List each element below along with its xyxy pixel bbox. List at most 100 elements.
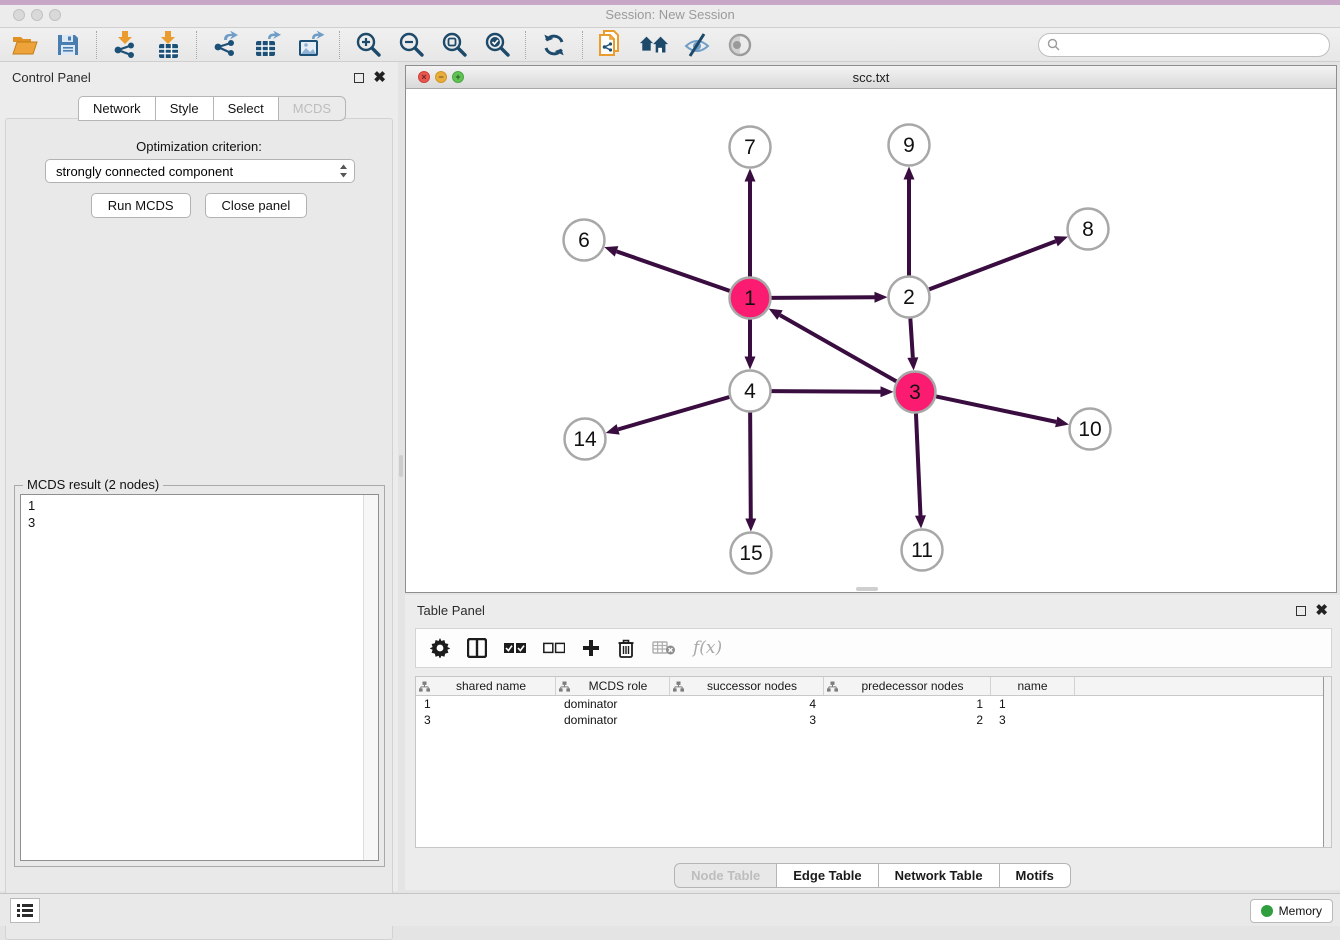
zoom-fit-icon[interactable] [439, 30, 469, 60]
table-cell[interactable]: dominator [556, 712, 670, 728]
export-network-icon[interactable] [210, 30, 240, 60]
optimization-criterion-select[interactable]: strongly connected component [45, 159, 355, 183]
table-cell[interactable]: 2 [824, 712, 991, 728]
search-input-container [1038, 33, 1330, 57]
tab-mcds[interactable]: MCDS [279, 96, 346, 121]
graph-edge-3-11[interactable] [915, 413, 926, 528]
network-canvas[interactable]: 7 9 6 8 1 2 4 3 14 10 15 11 [406, 89, 1336, 592]
memory-button[interactable]: Memory [1250, 899, 1333, 923]
column-header-name[interactable]: name [991, 677, 1075, 695]
column-header-MCDS-role[interactable]: MCDS role [556, 677, 670, 695]
panel-divider-handle[interactable] [399, 455, 403, 477]
table-cell[interactable]: 3 [991, 712, 1075, 728]
graph-node-15[interactable]: 15 [731, 533, 772, 574]
svg-text:7: 7 [744, 136, 756, 159]
zoom-selected-icon[interactable] [482, 30, 512, 60]
column-header-label: predecessor nodes [838, 679, 987, 693]
tab-motifs[interactable]: Motifs [1000, 863, 1071, 888]
control-panel-tabs: NetworkStyleSelectMCDS [78, 96, 346, 121]
zoom-out-icon[interactable] [396, 30, 426, 60]
run-mcds-button[interactable]: Run MCDS [91, 193, 191, 218]
graph-edge-3-10[interactable] [936, 396, 1069, 427]
graph-edge-1-6[interactable] [604, 246, 729, 291]
hide-selected-eye-icon[interactable] [682, 30, 712, 60]
float-panel-icon[interactable] [1296, 606, 1306, 616]
graph-edge-4-14[interactable] [606, 397, 730, 435]
column-header-predecessor-nodes[interactable]: predecessor nodes [824, 677, 991, 695]
mcds-result-textarea[interactable]: 13 [20, 494, 379, 861]
new-network-icon[interactable] [596, 30, 626, 60]
graph-node-2[interactable]: 2 [889, 277, 930, 318]
column-header-shared-name[interactable]: shared name [416, 677, 556, 695]
import-table-icon[interactable] [153, 30, 183, 60]
mcds-result-line: 3 [28, 514, 355, 531]
home-icon[interactable] [639, 30, 669, 60]
table-cell[interactable]: 3 [416, 712, 556, 728]
graph-edge-1-4[interactable] [745, 320, 756, 370]
graph-node-7[interactable]: 7 [730, 127, 771, 168]
table-row[interactable]: 1dominator411 [416, 696, 1331, 712]
control-panel-header: Control Panel ✖ [0, 62, 398, 89]
graph-node-3[interactable]: 3 [895, 372, 936, 413]
task-history-button[interactable] [10, 898, 40, 923]
table-options-gear-icon[interactable] [430, 636, 450, 660]
graph-edge-3-1[interactable] [769, 309, 897, 382]
tab-node-table[interactable]: Node Table [674, 863, 777, 888]
node-table[interactable]: shared nameMCDS rolesuccessor nodes prede… [415, 676, 1332, 848]
table-cell[interactable]: 1 [991, 696, 1075, 712]
graph-node-6[interactable]: 6 [564, 220, 605, 261]
table-cell[interactable]: 4 [670, 696, 824, 712]
graph-edge-2-3[interactable] [907, 318, 918, 370]
close-panel-button[interactable]: Close panel [205, 193, 308, 218]
refresh-layout-icon[interactable] [539, 30, 569, 60]
table-cell[interactable]: 1 [824, 696, 991, 712]
table-toolbar: f(x) [415, 628, 1332, 668]
tab-edge-table[interactable]: Edge Table [777, 863, 878, 888]
graph-edge-2-8[interactable] [929, 236, 1068, 289]
graph-edge-4-3[interactable] [771, 386, 893, 397]
export-table-icon[interactable] [253, 30, 283, 60]
column-header-label: name [994, 679, 1071, 693]
column-header-successor-nodes[interactable]: successor nodes [670, 677, 824, 695]
graph-node-14[interactable]: 14 [565, 419, 606, 460]
graph-edge-1-7[interactable] [745, 169, 756, 277]
tab-network[interactable]: Network [78, 96, 156, 121]
save-icon[interactable] [53, 30, 83, 60]
table-scrollbar[interactable] [1323, 677, 1331, 847]
graph-edge-2-9[interactable] [904, 167, 915, 276]
export-image-icon[interactable] [296, 30, 326, 60]
graph-edge-4-15[interactable] [745, 412, 756, 531]
function-builder-icon: f(x) [693, 636, 722, 660]
open-folder-icon[interactable] [10, 30, 40, 60]
table-row[interactable]: 3dominator323 [416, 712, 1331, 728]
graph-edge-1-2[interactable] [771, 292, 887, 303]
unselect-all-columns-icon[interactable] [543, 636, 565, 660]
close-panel-icon[interactable]: ✖ [373, 73, 386, 83]
create-column-icon[interactable] [582, 636, 600, 660]
graph-node-4[interactable]: 4 [730, 371, 771, 412]
close-panel-icon[interactable]: ✖ [1315, 606, 1328, 616]
table-cell[interactable]: dominator [556, 696, 670, 712]
graph-node-10[interactable]: 10 [1070, 409, 1111, 450]
show-column-icon[interactable] [467, 636, 487, 660]
tab-style[interactable]: Style [156, 96, 214, 121]
graph-node-11[interactable]: 11 [902, 530, 943, 571]
graph-node-9[interactable]: 9 [889, 125, 930, 166]
network-window-titlebar[interactable]: × − + scc.txt [406, 66, 1336, 89]
hierarchy-icon [827, 681, 838, 692]
graph-node-1[interactable]: 1 [730, 278, 771, 319]
table-cell[interactable]: 3 [670, 712, 824, 728]
select-all-columns-icon[interactable] [504, 636, 526, 660]
search-input[interactable] [1065, 38, 1321, 52]
zoom-in-icon[interactable] [353, 30, 383, 60]
import-network-icon[interactable] [110, 30, 140, 60]
tab-network-table[interactable]: Network Table [879, 863, 1000, 888]
canvas-scroll-handle[interactable] [856, 587, 878, 591]
tab-select[interactable]: Select [214, 96, 279, 121]
hierarchy-icon [419, 681, 430, 692]
float-panel-icon[interactable] [354, 73, 364, 83]
graph-node-8[interactable]: 8 [1068, 209, 1109, 250]
delete-columns-icon[interactable] [617, 636, 635, 660]
mcds-result-scrollbar[interactable] [363, 495, 378, 860]
table-cell[interactable]: 1 [416, 696, 556, 712]
